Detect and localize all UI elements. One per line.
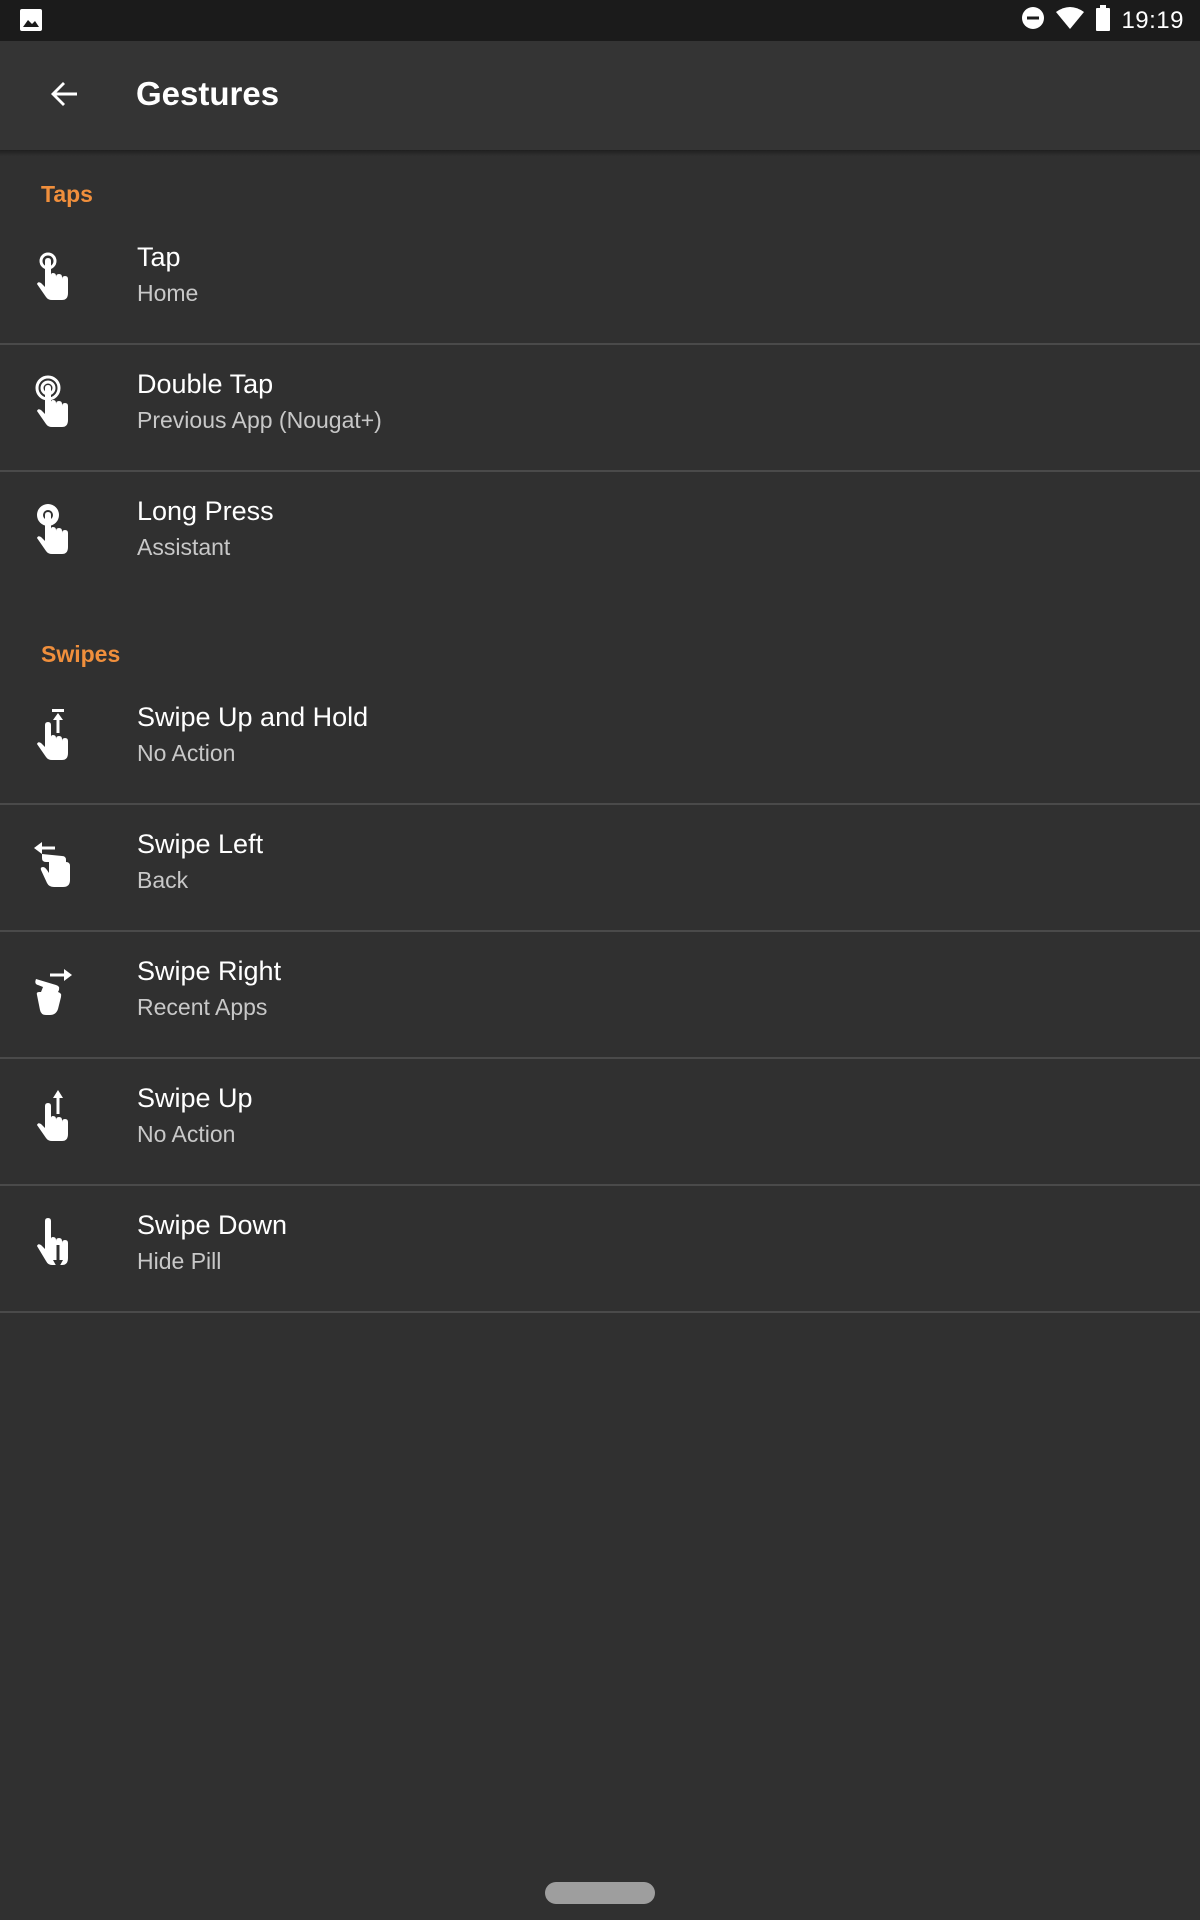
item-value: Recent Apps (137, 994, 268, 1020)
status-icons: 19:19 (1021, 0, 1184, 41)
clock: 19:19 (1121, 6, 1184, 34)
swipe-left-gesture-icon (32, 834, 80, 894)
item-value: Previous App (Nougat+) (137, 407, 382, 433)
tap-gesture-icon (32, 247, 80, 307)
arrow-back-icon (49, 79, 79, 114)
item-value: Hide Pill (137, 1248, 222, 1274)
image-icon (20, 9, 42, 31)
item-value: No Action (137, 1121, 236, 1147)
list-item-long-press[interactable]: Long Press Assistant (0, 472, 1200, 597)
wifi-icon (1055, 6, 1085, 35)
list-item-swipe-up-and-hold[interactable]: Swipe Up and Hold No Action (0, 678, 1200, 805)
list-item-swipe-right[interactable]: Swipe Right Recent Apps (0, 932, 1200, 1059)
section-title: Taps (41, 181, 93, 207)
item-title: Swipe Down (137, 1210, 288, 1240)
back-button[interactable] (34, 66, 94, 126)
gestures-list: Taps Tap Home Double Tap Previous App (N… (0, 156, 1200, 1313)
list-item-double-tap[interactable]: Double Tap Previous App (Nougat+) (0, 345, 1200, 472)
page-title: Gestures (136, 75, 280, 112)
swipe-right-gesture-icon (32, 961, 80, 1021)
item-value: Back (137, 867, 189, 893)
item-value: Assistant (137, 534, 231, 560)
app-bar: Gestures (0, 41, 1200, 150)
item-title: Swipe Left (137, 829, 264, 859)
long-press-gesture-icon (32, 501, 80, 561)
item-title: Tap (137, 242, 181, 272)
item-title: Long Press (137, 496, 274, 526)
section-header-swipes: Swipes (0, 597, 1200, 678)
section-header-taps: Taps (0, 156, 1200, 218)
swipe-up-gesture-icon (32, 1088, 80, 1148)
swipe-up-hold-gesture-icon (32, 707, 80, 767)
item-title: Double Tap (137, 369, 274, 399)
item-value: Home (137, 280, 199, 306)
list-item-swipe-left[interactable]: Swipe Left Back (0, 805, 1200, 932)
do-not-disturb-icon (1021, 6, 1045, 35)
section-title: Swipes (41, 641, 121, 667)
list-item-swipe-down[interactable]: Swipe Down Hide Pill (0, 1186, 1200, 1313)
navigation-pill[interactable] (545, 1882, 655, 1904)
item-title: Swipe Right (137, 956, 282, 986)
item-value: No Action (137, 740, 236, 766)
battery-icon (1095, 5, 1111, 36)
swipe-down-gesture-icon (32, 1215, 80, 1275)
double-tap-gesture-icon (32, 374, 80, 434)
status-bar: 19:19 (0, 0, 1200, 41)
list-item-swipe-up[interactable]: Swipe Up No Action (0, 1059, 1200, 1186)
item-title: Swipe Up (137, 1083, 253, 1113)
list-item-tap[interactable]: Tap Home (0, 218, 1200, 345)
item-title: Swipe Up and Hold (137, 702, 369, 732)
